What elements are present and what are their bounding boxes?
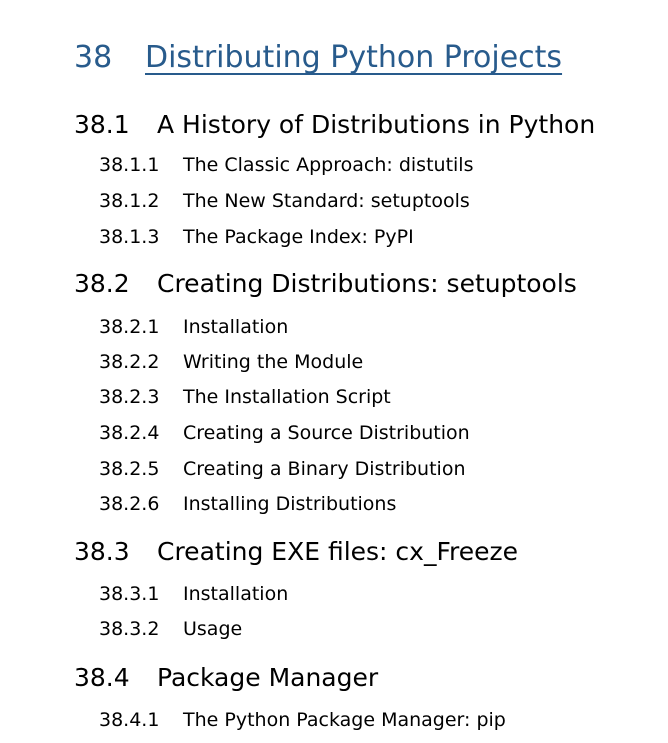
subsection-title: Installing Distributions — [183, 493, 397, 515]
section-title: Creating EXE files: cx_Freeze — [157, 537, 519, 566]
section-number: 38.1 — [74, 110, 130, 139]
section-title: Creating Distributions: setuptools — [157, 269, 577, 298]
subsection-entry: 38.4.1 The Python Package Manager: pip — [99, 708, 506, 732]
subsection-title: The Installation Script — [183, 386, 391, 408]
subsection-number: 38.2.6 — [99, 493, 160, 515]
chapter-title-text: Distributing Python Projects — [145, 40, 563, 75]
subsection-entry: 38.1.2 The New Standard: setuptools — [99, 189, 470, 213]
subsection-title: Installation — [183, 316, 289, 338]
subsection-title: Writing the Module — [183, 351, 364, 373]
subsection-title: The Classic Approach: distutils — [183, 154, 474, 176]
subsection-title: The New Standard: setuptools — [183, 190, 470, 212]
subsection-number: 38.2.4 — [99, 422, 160, 444]
section-title: A History of Distributions in Python — [157, 110, 596, 139]
subsection-number: 38.1.2 — [99, 190, 160, 212]
chapter-number: 38 — [74, 40, 113, 75]
section-heading: 38.2 Creating Distributions: setuptools — [74, 268, 577, 300]
subsection-number: 38.2.5 — [99, 458, 160, 480]
subsection-entry: 38.2.6 Installing Distributions — [99, 492, 396, 516]
section-number: 38.2 — [74, 269, 130, 298]
section-number: 38.3 — [74, 537, 130, 566]
subsection-title: Usage — [183, 618, 243, 640]
section-heading: 38.4 Package Manager — [74, 662, 378, 694]
subsection-entry: 38.2.1 Installation — [99, 315, 288, 339]
section-number: 38.4 — [74, 663, 130, 692]
subsection-title: The Python Package Manager: pip — [183, 709, 506, 731]
subsection-number: 38.1.1 — [99, 154, 160, 176]
subsection-title: Creating a Binary Distribution — [183, 458, 466, 480]
subsection-entry: 38.2.2 Writing the Module — [99, 350, 363, 374]
subsection-number: 38.2.2 — [99, 351, 160, 373]
subsection-entry: 38.3.2 Usage — [99, 617, 242, 641]
subsection-number: 38.4.1 — [99, 709, 160, 731]
subsection-entry: 38.2.4 Creating a Source Distribution — [99, 421, 470, 445]
subsection-number: 38.3.2 — [99, 618, 160, 640]
section-heading: 38.1 A History of Distributions in Python — [74, 109, 595, 141]
subsection-number: 38.2.3 — [99, 386, 160, 408]
subsection-entry: 38.3.1 Installation — [99, 582, 288, 606]
chapter-title: 38 Distributing Python Projects — [74, 38, 562, 78]
subsection-number: 38.2.1 — [99, 316, 160, 338]
subsection-entry: 38.2.3 The Installation Script — [99, 385, 391, 409]
subsection-entry: 38.2.5 Creating a Binary Distribution — [99, 457, 466, 481]
subsection-entry: 38.1.3 The Package Index: PyPI — [99, 225, 414, 249]
subsection-number: 38.1.3 — [99, 226, 160, 248]
subsection-title: The Package Index: PyPI — [183, 226, 414, 248]
subsection-title: Creating a Source Distribution — [183, 422, 470, 444]
subsection-title: Installation — [183, 583, 289, 605]
subsection-entry: 38.1.1 The Classic Approach: distutils — [99, 153, 473, 177]
subsection-number: 38.3.1 — [99, 583, 160, 605]
section-title: Package Manager — [157, 663, 379, 692]
section-heading: 38.3 Creating EXE files: cx_Freeze — [74, 536, 518, 568]
